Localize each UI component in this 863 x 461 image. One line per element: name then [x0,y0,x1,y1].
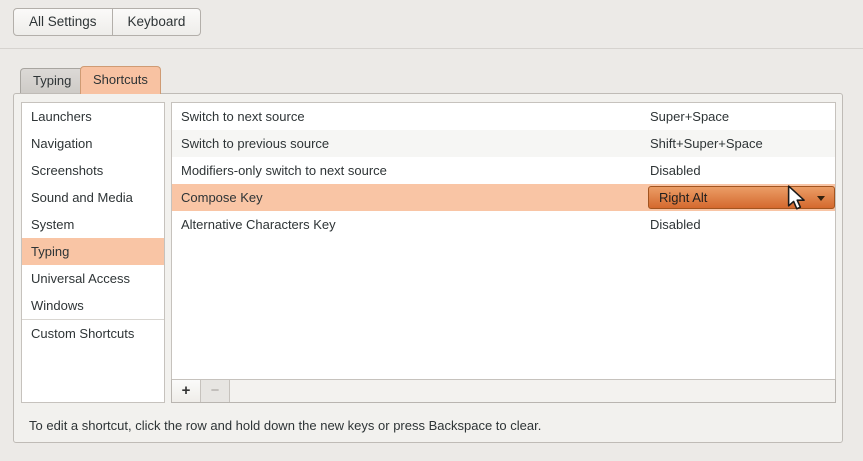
sidebar-item-windows[interactable]: Windows [22,292,164,319]
shortcut-name: Modifiers-only switch to next source [181,163,387,178]
shortcut-name: Switch to previous source [181,136,330,151]
shortcut-row-switch-previous-source[interactable]: Switch to previous source Shift+Super+Sp… [172,130,835,157]
sidebar-item-launchers[interactable]: Launchers [22,103,164,130]
shortcut-row-modifiers-only-switch[interactable]: Modifiers-only switch to next source Dis… [172,157,835,184]
compose-key-dropdown-value: Right Alt [659,190,708,205]
breadcrumb: All Settings Keyboard [13,8,202,36]
all-settings-button[interactable]: All Settings [14,9,112,35]
shortcut-value: Shift+Super+Space [650,136,763,151]
chevron-down-icon [817,196,825,201]
shortcut-row-compose-key[interactable]: Compose Key Right Alt [172,184,835,211]
category-list: Launchers Navigation Screenshots Sound a… [21,102,165,403]
shortcut-value: Disabled [650,217,701,232]
compose-key-dropdown[interactable]: Right Alt [648,186,835,209]
edit-shortcut-hint: To edit a shortcut, click the row and ho… [29,418,542,433]
shortcut-list-toolbar: + − [171,379,836,403]
remove-shortcut-button[interactable]: − [201,380,230,402]
shortcut-name: Switch to next source [181,109,305,124]
sidebar-item-system[interactable]: System [22,211,164,238]
shortcut-list: Switch to next source Super+Space Switch… [171,102,836,380]
shortcut-row-switch-next-source[interactable]: Switch to next source Super+Space [172,103,835,130]
tab-typing[interactable]: Typing [20,68,85,93]
sidebar-item-typing[interactable]: Typing [22,238,164,265]
shortcut-name: Alternative Characters Key [181,217,336,232]
add-shortcut-button[interactable]: + [172,380,201,402]
header-separator [0,48,863,49]
sidebar-item-universal-access[interactable]: Universal Access [22,265,164,292]
shortcut-value: Super+Space [650,109,730,124]
shortcut-name: Compose Key [181,190,263,205]
shortcuts-panel: Launchers Navigation Screenshots Sound a… [13,93,843,443]
shortcut-row-alternative-characters-key[interactable]: Alternative Characters Key Disabled [172,211,835,238]
shortcut-value: Disabled [650,163,701,178]
sidebar-item-screenshots[interactable]: Screenshots [22,157,164,184]
sidebar-item-sound-and-media[interactable]: Sound and Media [22,184,164,211]
keyboard-settings-window: All Settings Keyboard Typing Shortcuts L… [0,0,863,461]
sidebar-item-navigation[interactable]: Navigation [22,130,164,157]
keyboard-button[interactable]: Keyboard [111,9,201,35]
sidebar-item-custom-shortcuts[interactable]: Custom Shortcuts [22,320,164,347]
tab-shortcuts[interactable]: Shortcuts [80,66,161,94]
